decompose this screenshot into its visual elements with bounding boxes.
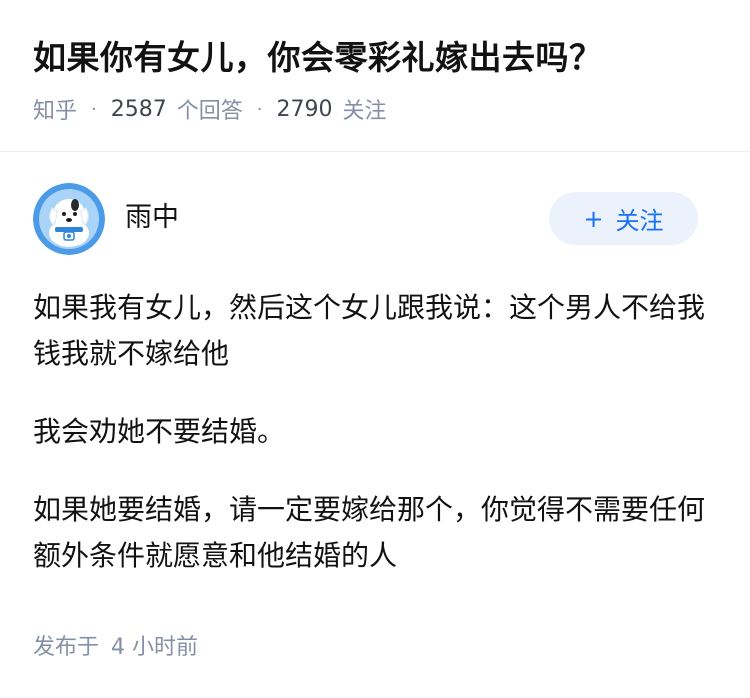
meta-separator: ·: [91, 98, 97, 120]
meta-separator: ·: [256, 98, 263, 120]
publish-prefix: 发布于: [33, 635, 100, 660]
cartoon-dog-avatar-icon[interactable]: [33, 183, 105, 255]
follower-count: 2790: [276, 96, 333, 122]
question-header: 如果你有女儿，你会零彩礼嫁出去吗？ 知乎 · 2587 个回答 · 2790 关…: [0, 0, 750, 152]
author-row: 雨中 + 关注: [33, 183, 698, 255]
follower-count-unit: 关注: [342, 99, 387, 124]
answer-paragraph: 我会劝她不要结婚。: [33, 415, 286, 448]
follow-button[interactable]: + 关注: [549, 192, 698, 245]
answer-count-unit: 个回答: [176, 99, 243, 124]
question-title[interactable]: 如果你有女儿，你会零彩礼嫁出去吗？: [33, 34, 723, 82]
answer-timestamp: 发布于 4 小时前: [33, 632, 198, 664]
plus-icon: +: [583, 204, 604, 233]
source-label[interactable]: 知乎: [33, 93, 77, 125]
follow-button-label: 关注: [615, 207, 664, 235]
publish-time: 4 小时前: [111, 635, 199, 660]
answer-body: 如果我有女儿，然后这个女儿跟我说：这个男人不给我钱我就不嫁给他 我会劝她不要结婚…: [33, 285, 713, 611]
answer-paragraph: 如果她要结婚，请一定要嫁给那个，你觉得不需要任何额外条件就愿意和他结婚的人: [33, 493, 706, 572]
author-name[interactable]: 雨中: [125, 200, 179, 236]
answer-paragraph: 如果我有女儿，然后这个女儿跟我说：这个男人不给我钱我就不嫁给他: [33, 291, 706, 370]
question-meta: 知乎 · 2587 个回答 · 2790 关注: [33, 93, 387, 125]
answer-count: 2587: [110, 96, 167, 122]
